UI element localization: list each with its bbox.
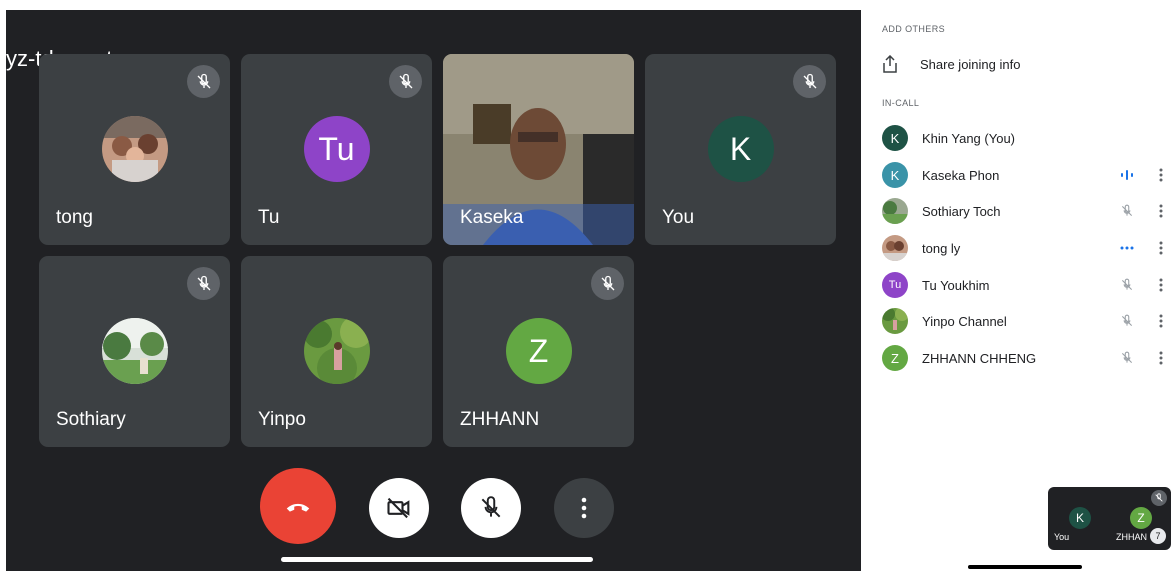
end-call-button[interactable] (260, 468, 336, 544)
participant-photo (101, 318, 168, 384)
participant-name: Kaseka (460, 207, 524, 228)
participant-name: Sothiary Toch (922, 204, 1001, 219)
share-joining-info-button[interactable]: Share joining info (882, 55, 1020, 73)
participant-name: You (662, 207, 695, 228)
more-options-button[interactable] (554, 478, 614, 538)
avatar-letter: K (707, 116, 774, 182)
avatar-letter: Z (505, 318, 572, 384)
avatar-letter: Tu (303, 116, 370, 182)
mic-off-icon (591, 267, 624, 300)
mic-off-icon (187, 267, 220, 300)
participant-name: Tu (258, 207, 280, 228)
home-indicator (281, 557, 593, 562)
mic-off-icon (1119, 313, 1135, 329)
avatar-letter: K (1069, 507, 1091, 529)
more-vert-icon (581, 497, 587, 519)
more-vert-icon[interactable] (1158, 313, 1164, 329)
participant-name: ZHHANN (460, 409, 540, 430)
participant-photo (303, 318, 370, 384)
video-grid-area: yz-tdxz-yat▶ tong (6, 10, 861, 571)
participant-row[interactable]: Tu Tu Youkhim (882, 270, 1171, 300)
speaking-indicator-icon (1119, 167, 1135, 183)
participant-name: Yinpo Channel (922, 314, 1007, 329)
participant-tile-zhhann[interactable]: Z ZHHANN (443, 256, 634, 447)
participant-row[interactable]: K Khin Yang (You) (882, 123, 1171, 153)
more-vert-icon[interactable] (1158, 203, 1164, 219)
meeting-stage: yz-tdxz-yat▶ tong (0, 0, 862, 571)
avatar-letter: Z (1130, 507, 1152, 529)
mic-off-icon (1119, 277, 1135, 293)
pip-self-label: You (1054, 532, 1070, 542)
participant-name: ZHHANN CHHENG (922, 351, 1037, 366)
avatar-letter: K (882, 125, 908, 151)
participant-name: Sothiary (56, 409, 126, 430)
more-vert-icon[interactable] (1158, 240, 1164, 256)
participant-row[interactable]: Yinpo Channel (882, 306, 1171, 336)
participant-name: Kaseka Phon (922, 168, 1000, 183)
in-call-heading: IN-CALL (882, 98, 920, 108)
avatar-photo (882, 308, 908, 334)
participant-tile-sothiary[interactable]: Sothiary (39, 256, 230, 447)
add-others-heading: ADD OTHERS (882, 24, 946, 34)
share-joining-info-label: Share joining info (920, 56, 1021, 72)
participants-panel: ADD OTHERS Share joining info IN-CALL K … (862, 0, 1171, 571)
participant-row[interactable]: Sothiary Toch (882, 196, 1171, 226)
participant-row[interactable]: tong ly (882, 233, 1171, 263)
participant-name: Tu Youkhim (922, 278, 990, 293)
mic-off-icon (389, 65, 422, 98)
end-call-icon (286, 503, 310, 512)
participant-row[interactable]: K Kaseka Phon (882, 160, 1171, 190)
avatar-letter: K (882, 162, 908, 188)
home-indicator (968, 565, 1082, 569)
participant-name: Khin Yang (You) (922, 131, 1015, 146)
more-vert-icon[interactable] (1158, 350, 1164, 366)
camera-toggle-button[interactable] (369, 478, 429, 538)
participant-tile-tong[interactable]: tong (39, 54, 230, 245)
avatar-letter: Tu (882, 272, 908, 298)
participant-name: Yinpo (258, 409, 306, 430)
mic-off-icon (793, 65, 826, 98)
mic-off-icon (1119, 203, 1135, 219)
more-vert-icon[interactable] (1158, 167, 1164, 183)
participant-photo (101, 116, 168, 182)
more-vert-icon[interactable] (1158, 277, 1164, 293)
mic-off-icon (481, 496, 501, 518)
mic-toggle-button[interactable] (461, 478, 521, 538)
typing-indicator-icon (1119, 240, 1135, 256)
share-icon (883, 55, 897, 73)
avatar-photo (882, 235, 908, 261)
pip-window[interactable]: K You Z ZHHAN 7 (1048, 487, 1171, 550)
mic-off-icon (187, 65, 220, 98)
participant-name: tong (56, 207, 93, 228)
participant-tile-you[interactable]: K You (645, 54, 836, 245)
participant-count-badge: 7 (1150, 528, 1166, 544)
mic-off-icon (1151, 490, 1167, 506)
avatar-letter: Z (882, 345, 908, 371)
participant-tile-tu[interactable]: Tu Tu (241, 54, 432, 245)
mic-off-icon (1119, 350, 1135, 366)
participant-tile-kaseka[interactable]: Kaseka (443, 54, 634, 245)
avatar-photo (882, 198, 908, 224)
participant-name: tong ly (922, 241, 961, 256)
participant-tile-yinpo[interactable]: Yinpo (241, 256, 432, 447)
pip-other-label: ZHHAN (1116, 532, 1147, 542)
participant-row[interactable]: Z ZHHANN CHHENG (882, 343, 1171, 373)
camera-off-icon (387, 497, 410, 519)
